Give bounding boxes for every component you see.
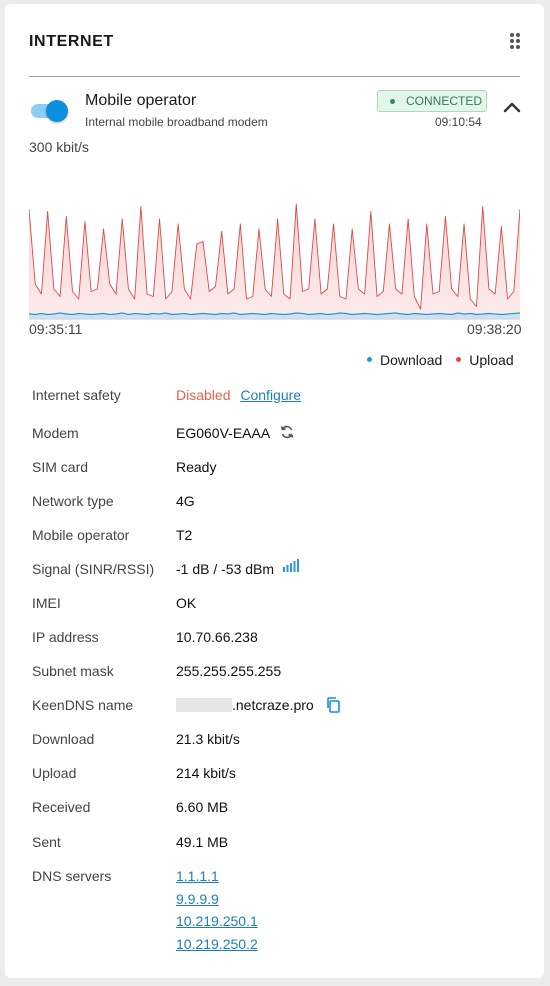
subnet-mask-value: 255.255.255.255 [176, 663, 282, 679]
internet-safety-label: Internet safety [32, 387, 121, 403]
dns-server-link[interactable]: 10.219.250.1 [176, 913, 258, 929]
chart-start-time: 09:35:11 [29, 321, 83, 337]
legend-download-label: Download [380, 352, 443, 368]
sim-card-label: SIM card [32, 459, 89, 475]
signal-value-wrap: -1 dB / -53 dBm [176, 559, 300, 577]
interface-name: Mobile operator [85, 92, 197, 109]
keendns-domain: .netcraze.pro [232, 697, 314, 713]
status-badge: CONNECTED [377, 90, 487, 112]
imei-label: IMEI [32, 595, 61, 611]
received-label: Received [32, 799, 91, 815]
sent-value: 49.1 MB [176, 834, 229, 850]
internet-card: INTERNET Mobile operator Internal mobile… [5, 4, 544, 978]
download-label: Download [32, 731, 95, 747]
traffic-chart [29, 203, 520, 320]
status-dot-icon [390, 99, 395, 104]
modem-value-wrap: EG060V-EAAA [176, 425, 295, 442]
internet-safety-value: Disabled Configure [176, 387, 301, 403]
internet-safety-status: Disabled [176, 387, 231, 403]
dns-server-link[interactable]: 9.9.9.9 [176, 891, 219, 907]
legend-item-download: Download [367, 352, 442, 368]
redacted-hostname [176, 698, 232, 713]
signal-value: -1 dB / -53 dBm [176, 561, 275, 577]
chart-legend: Download Upload [365, 352, 514, 368]
legend-upload-label: Upload [469, 352, 514, 368]
card-title: INTERNET [29, 33, 114, 50]
subnet-mask-label: Subnet mask [32, 663, 114, 679]
dns-servers-label: DNS servers [32, 868, 112, 884]
signal-strength-icon [282, 559, 299, 573]
mobile-operator-value: T2 [176, 527, 193, 543]
header-divider [29, 76, 520, 77]
dns-server-link[interactable]: 1.1.1.1 [176, 868, 219, 884]
interface-enable-toggle[interactable] [29, 98, 69, 124]
chart-end-time: 09:38:20 [467, 321, 522, 337]
legend-item-upload: Upload [456, 352, 514, 368]
upload-dot-icon [456, 356, 462, 362]
interface-description: Internal mobile broadband modem [85, 115, 268, 129]
received-value: 6.60 MB [176, 799, 229, 815]
keendns-value-wrap: .netcraze.pro [176, 697, 340, 714]
network-type-label: Network type [32, 493, 114, 509]
upload-label: Upload [32, 765, 77, 781]
sim-card-value: Ready [176, 459, 217, 475]
dns-server-link[interactable]: 10.219.250.2 [176, 936, 258, 952]
download-dot-icon [367, 356, 372, 362]
signal-label: Signal (SINR/RSSI) [32, 561, 155, 577]
modem-label: Modem [32, 425, 79, 441]
copy-icon[interactable] [326, 697, 340, 714]
status-text: CONNECTED [406, 94, 483, 108]
ip-address-label: IP address [32, 629, 99, 645]
upload-value: 214 kbit/s [176, 765, 236, 781]
keendns-label: KeenDNS name [32, 697, 134, 713]
refresh-icon[interactable] [279, 424, 295, 440]
modem-value: EG060V-EAAA [176, 425, 270, 441]
configure-link[interactable]: Configure [240, 387, 301, 403]
chart-scale-label: 300 kbit/s [29, 139, 89, 155]
ip-address-value: 10.70.66.238 [176, 629, 258, 645]
chevron-up-icon[interactable] [502, 99, 522, 115]
mobile-operator-label: Mobile operator [32, 527, 130, 543]
download-value: 21.3 kbit/s [176, 731, 240, 747]
dns-server-list: 1.1.1.1 9.9.9.9 10.219.250.1 10.219.250.… [176, 868, 258, 958]
network-type-value: 4G [176, 493, 195, 509]
uptime-text: 09:10:54 [435, 115, 482, 129]
sent-label: Sent [32, 834, 61, 850]
imei-value: OK [176, 595, 197, 611]
toggle-knob [46, 100, 68, 122]
drag-handle-icon[interactable] [508, 32, 522, 50]
